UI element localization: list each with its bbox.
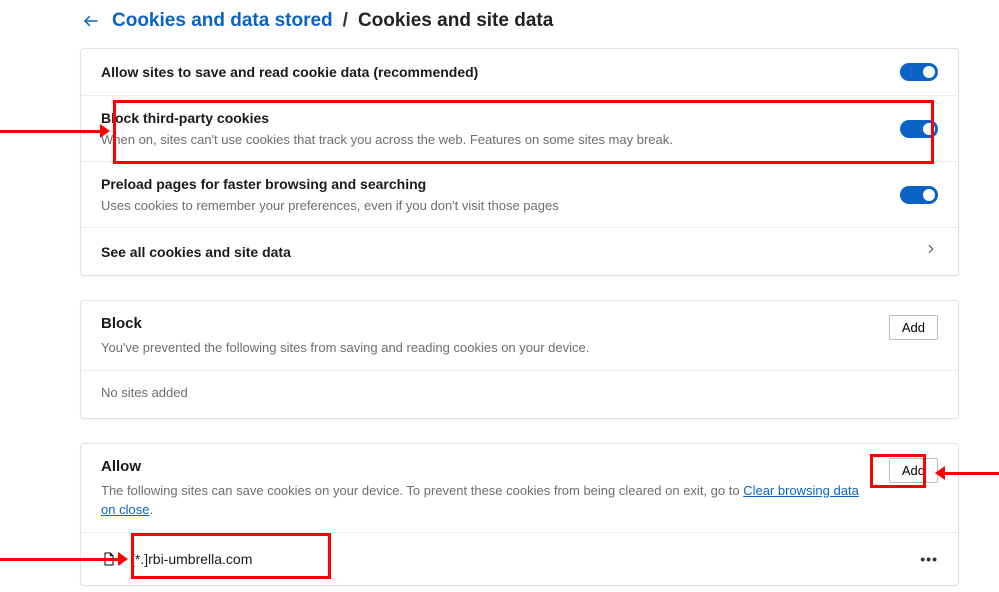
see-all-cookies-label: See all cookies and site data: [101, 244, 291, 260]
breadcrumb-current: Cookies and site data: [358, 10, 553, 32]
block-third-party-toggle[interactable]: [900, 120, 938, 138]
allow-cookies-toggle[interactable]: [900, 63, 938, 81]
allow-section-header: Allow The following sites can save cooki…: [81, 444, 958, 532]
allow-section-title: Allow: [101, 458, 877, 475]
allow-cookies-label: Allow sites to save and read cookie data…: [101, 64, 478, 80]
block-empty-text: No sites added: [81, 370, 958, 418]
settings-page: Cookies and data stored / Cookies and si…: [0, 0, 999, 592]
see-all-cookies-row[interactable]: See all cookies and site data: [81, 227, 958, 275]
preload-row[interactable]: Preload pages for faster browsing and se…: [81, 161, 958, 227]
block-third-party-label: Block third-party cookies: [101, 110, 673, 126]
breadcrumb-separator: /: [343, 10, 348, 32]
block-section-description: You've prevented the following sites fro…: [101, 338, 589, 358]
back-arrow-icon[interactable]: [80, 10, 102, 32]
block-add-button[interactable]: Add: [889, 315, 938, 340]
allow-section-description: The following sites can save cookies on …: [101, 481, 877, 520]
preload-description: Uses cookies to remember your preference…: [101, 198, 559, 213]
allow-section-card: Allow The following sites can save cooki…: [80, 443, 959, 586]
page-icon: [101, 549, 117, 569]
breadcrumb: Cookies and data stored / Cookies and si…: [80, 10, 959, 32]
block-section-header: Block You've prevented the following sit…: [81, 301, 958, 370]
block-section-card: Block You've prevented the following sit…: [80, 300, 959, 419]
preload-toggle[interactable]: [900, 186, 938, 204]
block-section-title: Block: [101, 315, 589, 332]
allow-cookies-row[interactable]: Allow sites to save and read cookie data…: [81, 49, 958, 95]
allow-site-row[interactable]: [*.]rbi-umbrella.com •••: [81, 532, 958, 585]
block-third-party-row[interactable]: Block third-party cookies When on, sites…: [81, 95, 958, 161]
breadcrumb-parent-link[interactable]: Cookies and data stored: [112, 10, 333, 32]
cookie-settings-card: Allow sites to save and read cookie data…: [80, 48, 959, 276]
allow-add-button[interactable]: Add: [889, 458, 938, 483]
more-options-icon[interactable]: •••: [920, 551, 938, 567]
allow-site-domain: [*.]rbi-umbrella.com: [131, 551, 252, 567]
chevron-right-icon: [924, 242, 938, 261]
block-third-party-description: When on, sites can't use cookies that tr…: [101, 132, 673, 147]
preload-label: Preload pages for faster browsing and se…: [101, 176, 559, 192]
